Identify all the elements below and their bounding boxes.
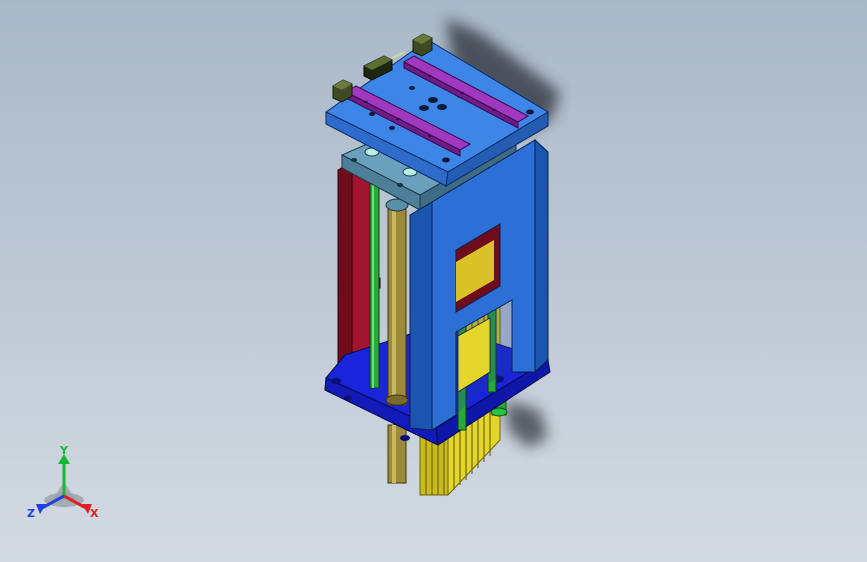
cad-assembly-model[interactable] xyxy=(0,0,867,562)
z-axis-label: Z xyxy=(27,507,35,520)
coordinate-triad-icon[interactable]: Y X Z xyxy=(22,444,112,526)
x-axis-label: X xyxy=(90,507,99,520)
y-axis-label: Y xyxy=(59,446,69,457)
cad-graphics-viewport[interactable]: Y X Z xyxy=(0,0,867,562)
threaded-rod xyxy=(385,198,409,406)
z-axis-arrow xyxy=(36,504,46,514)
